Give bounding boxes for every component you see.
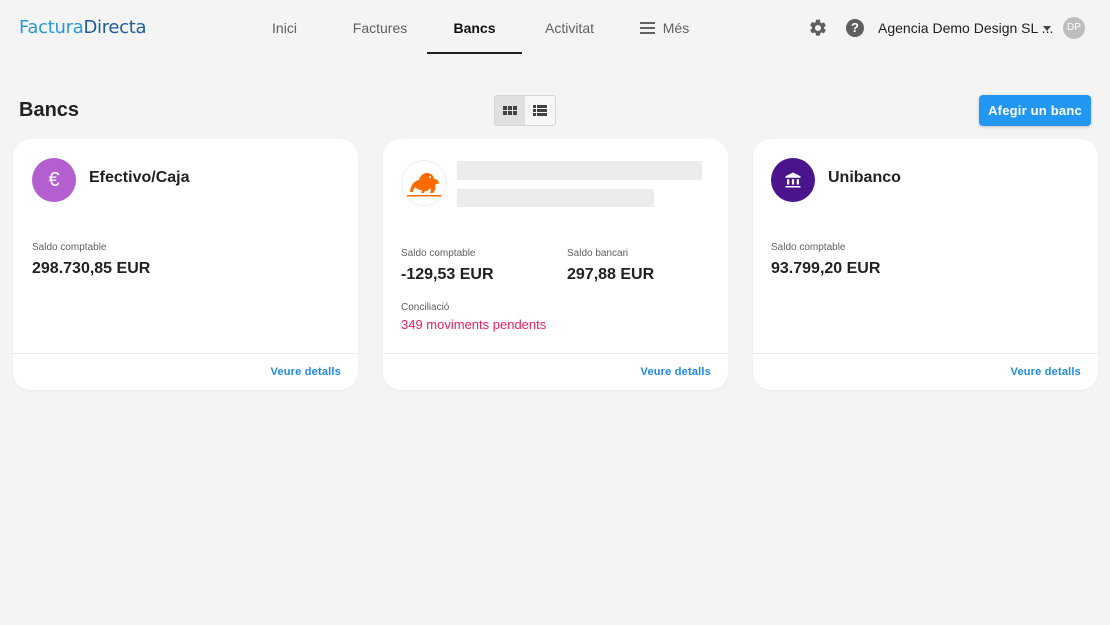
euro-icon: € <box>32 158 76 202</box>
list-view-button[interactable] <box>525 96 555 125</box>
logo-part-factura: Factura <box>19 17 84 38</box>
top-navigation-bar: FacturaDirecta Inici Factures Bancs Acti… <box>0 0 1110 56</box>
saldo-comptable-label: Saldo comptable <box>32 242 107 253</box>
chevron-down-icon[interactable] <box>1043 26 1051 31</box>
add-bank-button[interactable]: Afegir un banc <box>979 95 1091 126</box>
saldo-comptable-value: -129,53 EUR <box>401 266 494 283</box>
view-details-link[interactable]: Veure detalls <box>271 366 341 378</box>
user-avatar[interactable]: DP <box>1063 17 1085 39</box>
nav-item-factures[interactable]: Factures <box>333 0 427 56</box>
bank-subtitle-placeholder <box>457 189 654 207</box>
bank-card[interactable]: Saldo comptable -129,53 EUR Saldo bancar… <box>383 139 728 390</box>
saldo-comptable-value: 298.730,85 EUR <box>32 260 151 277</box>
pending-movements-link[interactable]: 349 moviments pendents <box>401 317 546 332</box>
main-nav: Inici Factures Bancs Activitat Més <box>236 0 712 56</box>
bank-building-icon <box>771 158 815 202</box>
card-footer: Veure detalls <box>383 353 728 390</box>
card-footer: Veure detalls <box>753 353 1098 390</box>
nav-item-inici[interactable]: Inici <box>236 0 333 56</box>
menu-icon <box>639 19 655 37</box>
card-footer: Veure detalls <box>13 353 358 390</box>
nav-label: Activitat <box>544 20 594 36</box>
facturadirecta-logo[interactable]: FacturaDirecta <box>19 17 147 38</box>
help-icon[interactable]: ? <box>846 19 864 37</box>
nav-label: Més <box>662 20 690 36</box>
settings-gear-icon[interactable] <box>808 18 828 38</box>
saldo-comptable-label: Saldo comptable <box>771 242 846 253</box>
conciliacio-label: Conciliació <box>401 302 450 313</box>
logo-part-directa: Directa <box>83 17 147 38</box>
nav-label: Inici <box>272 20 297 36</box>
saldo-bancari-value: 297,88 EUR <box>567 266 655 283</box>
saldo-bancari-label: Saldo bancari <box>567 248 629 259</box>
list-icon <box>533 104 547 117</box>
bank-card[interactable]: Unibanco Saldo comptable 93.799,20 EUR V… <box>753 139 1098 390</box>
grid-view-button[interactable] <box>495 96 525 125</box>
company-selector[interactable]: Agencia Demo Design SL ... <box>878 20 1053 36</box>
nav-item-activitat[interactable]: Activitat <box>522 0 617 56</box>
grid-icon <box>503 106 517 115</box>
page-title: Bancs <box>19 99 80 121</box>
view-details-link[interactable]: Veure detalls <box>641 366 711 378</box>
saldo-comptable-label: Saldo comptable <box>401 248 476 259</box>
view-details-link[interactable]: Veure detalls <box>1011 366 1081 378</box>
bank-card[interactable]: € Efectivo/Caja Saldo comptable 298.730,… <box>13 139 358 390</box>
bank-name: Efectivo/Caja <box>89 169 190 186</box>
lion-logo-icon <box>401 160 447 206</box>
nav-label: Factures <box>352 20 408 36</box>
nav-item-bancs[interactable]: Bancs <box>427 0 522 56</box>
nav-label: Bancs <box>453 20 496 36</box>
bank-name-placeholder <box>457 161 702 180</box>
bank-name: Unibanco <box>828 169 901 186</box>
nav-item-mes[interactable]: Més <box>617 0 712 56</box>
view-mode-toggle <box>494 95 556 126</box>
saldo-comptable-value: 93.799,20 EUR <box>771 260 881 277</box>
